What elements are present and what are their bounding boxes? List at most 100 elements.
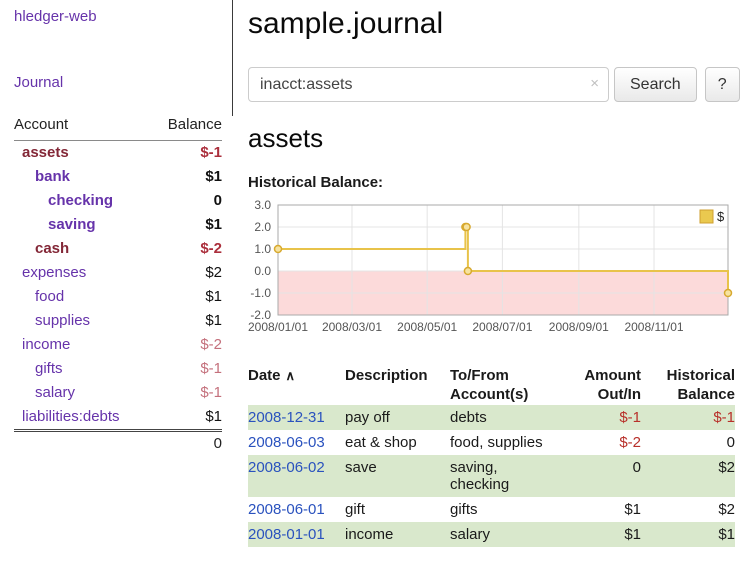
account-name-cell: salary	[14, 381, 151, 405]
search-bar: × Search ?	[248, 67, 740, 102]
transaction-accounts: debts	[450, 405, 565, 430]
register-table: Date∧ Description To/From Account(s) Amo…	[248, 365, 735, 547]
transaction-date-link[interactable]: 2008-06-03	[248, 434, 325, 451]
accounts-table: Account Balance assets$-1bank$1checking0…	[14, 114, 222, 456]
account-balance: $-2	[151, 237, 222, 261]
transaction-amount: $-1	[565, 405, 641, 430]
column-header-amount: Amount Out/In	[565, 365, 641, 405]
transaction-amount: $1	[565, 497, 641, 522]
register-row: 2008-06-01giftgifts$1$2	[248, 497, 735, 522]
transaction-date-link[interactable]: 2008-12-31	[248, 409, 325, 426]
help-button[interactable]: ?	[705, 67, 740, 102]
svg-text:2008/03/01: 2008/03/01	[322, 320, 382, 334]
transaction-amount: $-2	[565, 430, 641, 455]
transaction-description: pay off	[345, 405, 450, 430]
search-box: ×	[248, 67, 609, 102]
chart-title: Historical Balance:	[248, 174, 740, 191]
transaction-description: eat & shop	[345, 430, 450, 455]
transaction-date-link[interactable]: 2008-06-01	[248, 501, 325, 518]
svg-text:2008/07/01: 2008/07/01	[472, 320, 532, 334]
accounts-total-row: 0	[14, 431, 222, 457]
account-link[interactable]: assets	[22, 144, 69, 161]
date-header-label: Date	[248, 367, 281, 384]
account-balance: $2	[151, 261, 222, 285]
account-link[interactable]: food	[35, 288, 64, 305]
transaction-accounts: food, supplies	[450, 430, 565, 455]
app-title-link[interactable]: hledger-web	[14, 8, 222, 25]
account-row: food $1	[14, 285, 222, 309]
account-row: bank $1	[14, 165, 222, 189]
account-name-cell: expenses	[14, 261, 151, 285]
column-header-description: Description	[345, 365, 450, 405]
account-link[interactable]: salary	[35, 384, 75, 401]
balance-header-line2: Balance	[677, 386, 735, 403]
account-link[interactable]: expenses	[22, 264, 86, 281]
column-header-date[interactable]: Date∧	[248, 365, 345, 405]
balance-chart-svg: 3.02.01.00.0-1.0-2.02008/01/012008/03/01…	[248, 199, 735, 345]
transaction-description: gift	[345, 497, 450, 522]
svg-text:2008/05/01: 2008/05/01	[397, 320, 457, 334]
account-row: supplies $1	[14, 309, 222, 333]
account-row: gifts $-1	[14, 357, 222, 381]
transaction-amount: $1	[565, 522, 641, 547]
clear-search-icon[interactable]: ×	[590, 75, 599, 92]
transaction-balance: $1	[641, 522, 735, 547]
amount-header-line1: Amount	[584, 367, 641, 384]
header-divider	[232, 0, 233, 116]
svg-text:2008/09/01: 2008/09/01	[549, 320, 609, 334]
account-balance: $-2	[151, 333, 222, 357]
transaction-date-cell: 2008-06-01	[248, 497, 345, 522]
account-name-cell: food	[14, 285, 151, 309]
account-row: cash $-2	[14, 237, 222, 261]
account-link[interactable]: bank	[35, 168, 70, 185]
svg-text:$: $	[717, 209, 725, 224]
page-title: sample.journal	[248, 7, 740, 41]
register-row: 2008-12-31pay offdebts$-1$-1	[248, 405, 735, 430]
account-link[interactable]: income	[22, 336, 70, 353]
account-balance: $-1	[151, 357, 222, 381]
tofrom-header-line2: Account(s)	[450, 386, 528, 403]
account-link[interactable]: cash	[35, 240, 69, 257]
account-link[interactable]: liabilities:debts	[22, 408, 120, 425]
account-name-cell: saving	[14, 213, 151, 237]
account-balance: $1	[151, 405, 222, 431]
account-balance: 0	[151, 189, 222, 213]
transaction-date-cell: 2008-01-01	[248, 522, 345, 547]
transaction-accounts: salary	[450, 522, 565, 547]
account-balance: $1	[151, 165, 222, 189]
account-balance: $1	[151, 309, 222, 333]
transaction-description: income	[345, 522, 450, 547]
svg-text:2008/11/01: 2008/11/01	[624, 320, 683, 334]
transaction-date-cell: 2008-12-31	[248, 405, 345, 430]
account-balance: $1	[151, 285, 222, 309]
amount-header-line2: Out/In	[598, 386, 641, 403]
account-balance: $-1	[151, 381, 222, 405]
main-content: sample.journal × Search ? assets Histori…	[248, 0, 740, 547]
tofrom-header-line1: To/From	[450, 367, 509, 384]
svg-text:3.0: 3.0	[254, 198, 271, 212]
account-name-cell: liabilities:debts	[14, 405, 151, 431]
register-row: 2008-06-03eat & shopfood, supplies$-20	[248, 430, 735, 455]
transaction-balance: $2	[641, 455, 735, 497]
journal-link[interactable]: Journal	[14, 74, 222, 91]
account-link[interactable]: checking	[48, 192, 113, 209]
svg-text:1.0: 1.0	[254, 242, 271, 256]
search-button[interactable]: Search	[614, 67, 697, 102]
transaction-amount: 0	[565, 455, 641, 497]
account-row: checking 0	[14, 189, 222, 213]
account-balance: $1	[151, 213, 222, 237]
search-input[interactable]	[248, 67, 609, 102]
account-name-cell: bank	[14, 165, 151, 189]
balance-header-line1: Historical	[667, 367, 735, 384]
transaction-date-link[interactable]: 2008-06-02	[248, 459, 325, 476]
transaction-date-link[interactable]: 2008-01-01	[248, 526, 325, 543]
transaction-date-cell: 2008-06-02	[248, 455, 345, 497]
account-row: salary $-1	[14, 381, 222, 405]
transaction-description: save	[345, 455, 450, 497]
account-heading: assets	[248, 123, 740, 154]
historical-balance-chart[interactable]: 3.02.01.00.0-1.0-2.02008/01/012008/03/01…	[248, 199, 740, 347]
account-link[interactable]: gifts	[35, 360, 63, 377]
account-link[interactable]: saving	[48, 216, 96, 233]
svg-text:0.0: 0.0	[254, 264, 271, 278]
account-link[interactable]: supplies	[35, 312, 90, 329]
